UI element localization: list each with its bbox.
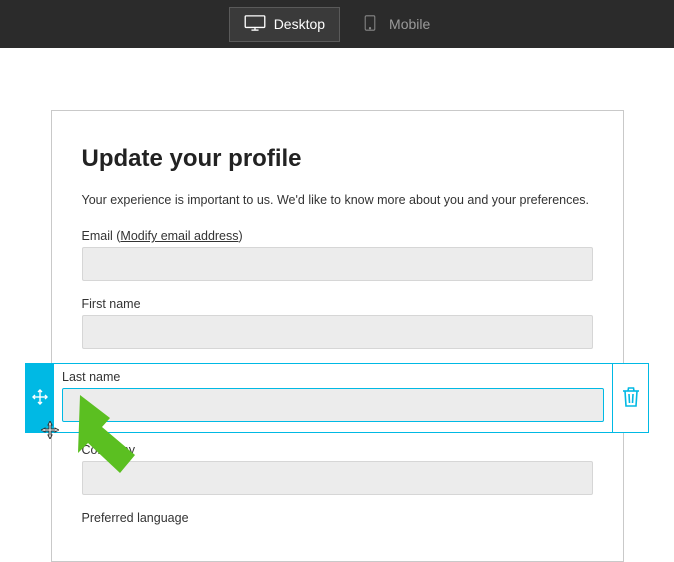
selected-field-row[interactable]: Last name: [25, 363, 649, 433]
company-field-group: Company: [82, 443, 593, 495]
form-canvas: Update your profile Your experience is i…: [0, 48, 674, 562]
company-input[interactable]: [82, 461, 593, 495]
form-description: Your experience is important to us. We'd…: [82, 193, 593, 207]
email-label: Email (Modify email address): [82, 229, 593, 243]
modify-email-link[interactable]: Modify email address: [120, 229, 238, 243]
desktop-view-button[interactable]: Desktop: [229, 7, 340, 42]
drag-handle[interactable]: [26, 364, 54, 432]
form-title: Update your profile: [82, 145, 593, 173]
email-field-group: Email (Modify email address): [82, 229, 593, 281]
preferred-language-field-group: Preferred language: [82, 511, 593, 525]
company-label: Company: [82, 443, 593, 457]
profile-form-card: Update your profile Your experience is i…: [51, 110, 624, 562]
last-name-label: Last name: [62, 370, 604, 384]
move-icon: [32, 389, 48, 408]
last-name-input[interactable]: [62, 388, 604, 422]
first-name-input[interactable]: [82, 315, 593, 349]
device-preview-toolbar: Desktop Mobile: [0, 0, 674, 48]
mobile-view-label: Mobile: [389, 16, 430, 32]
delete-field-button[interactable]: [612, 364, 648, 432]
mobile-icon: [359, 15, 381, 34]
first-name-label: First name: [82, 297, 593, 311]
monitor-icon: [244, 15, 266, 34]
mobile-view-button[interactable]: Mobile: [344, 7, 445, 42]
preferred-language-label: Preferred language: [82, 511, 593, 525]
trash-icon: [621, 386, 641, 411]
last-name-field-group: Last name: [54, 364, 612, 432]
desktop-view-label: Desktop: [274, 16, 325, 32]
first-name-field-group: First name: [82, 297, 593, 349]
email-input[interactable]: [82, 247, 593, 281]
